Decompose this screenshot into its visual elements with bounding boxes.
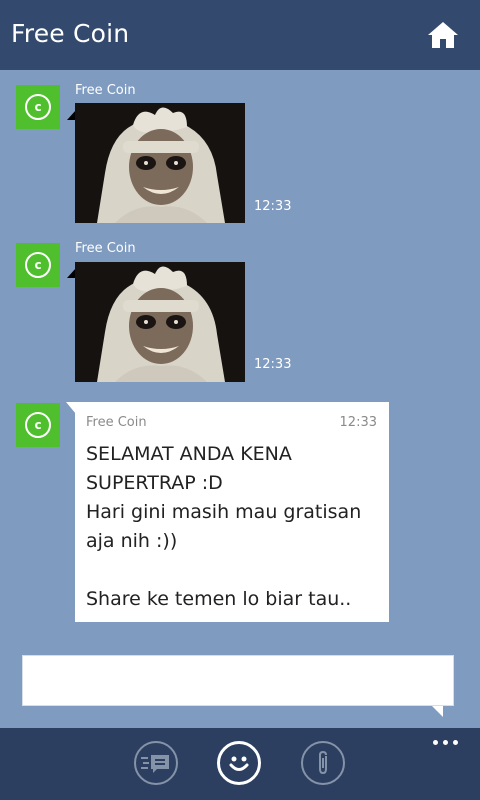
avatar[interactable]: c (16, 243, 60, 287)
message-sender: Free Coin (86, 415, 147, 430)
message-text-line: SUPERTRAP :D (86, 472, 223, 494)
message-time: 12:33 (254, 199, 292, 214)
message-text-line: SELAMAT ANDA KENA (86, 443, 292, 465)
emoji-button[interactable] (217, 741, 261, 785)
message-sender: Free Coin (75, 241, 136, 256)
message-photo[interactable] (75, 103, 245, 223)
quick-reply-button[interactable] (134, 741, 178, 785)
avatar-logo-icon: c (25, 252, 51, 278)
more-dots-icon[interactable] (428, 732, 462, 752)
avatar[interactable]: c (16, 85, 60, 129)
message-sender: Free Coin (75, 83, 136, 98)
attach-icon (319, 750, 327, 775)
message-text-line: aja nih :)) (86, 530, 178, 552)
emoji-icon (229, 756, 249, 771)
chat-title: Free Coin (11, 19, 130, 48)
home-icon[interactable] (426, 20, 460, 50)
message-text-line: Share ke temen lo biar tau.. (86, 588, 352, 610)
input-bubble-tail (432, 706, 443, 717)
message-input[interactable] (22, 655, 454, 706)
attach-button[interactable] (301, 741, 345, 785)
avatar-logo-icon: c (25, 412, 51, 438)
app-bar (0, 728, 480, 800)
message-time: 12:33 (339, 415, 377, 430)
quick-reply-icon (141, 755, 169, 773)
avatar-logo-icon: c (25, 94, 51, 120)
message-time: 12:33 (254, 357, 292, 372)
message-photo[interactable] (75, 262, 245, 382)
message-text-line: Hari gini masih mau gratisan (86, 501, 362, 523)
title-bar: Free Coin (0, 0, 480, 70)
avatar[interactable]: c (16, 403, 60, 447)
text-message-bubble[interactable]: Free Coin 12:33 SELAMAT ANDA KENA SUPERT… (75, 402, 389, 622)
